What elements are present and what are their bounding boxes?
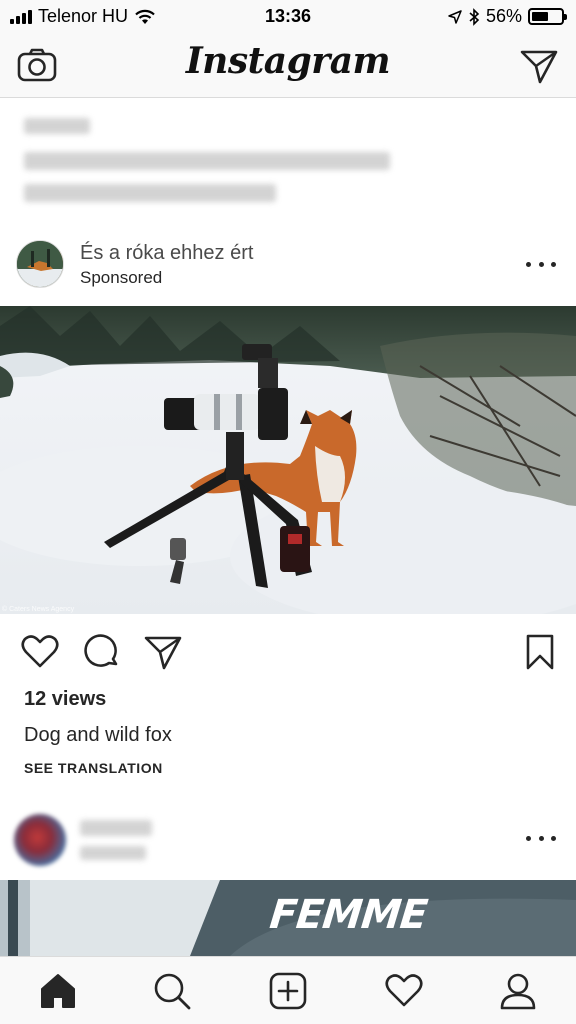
battery-percent: 56% (485, 6, 522, 26)
post-caption: Dog and wild fox (24, 724, 172, 746)
blurred-location (80, 846, 146, 860)
location-arrow-icon (448, 9, 462, 24)
instagram-logo: Instagram (185, 40, 391, 82)
top-navigation: Instagram (0, 34, 576, 98)
more-options-icon[interactable] (526, 252, 556, 276)
post-image[interactable]: © Caters News Agency (0, 306, 576, 614)
avatar[interactable] (14, 814, 66, 866)
add-post-icon[interactable] (268, 971, 308, 1011)
blurred-comments-text (24, 184, 276, 202)
cap-text: FEMME (267, 892, 430, 938)
fox-and-camera-photo (0, 306, 576, 614)
avatar-fox-image (17, 241, 63, 287)
blurred-caption-text (24, 152, 390, 170)
post-actions (0, 630, 576, 674)
post-header: És a róka ehhez ért Sponsored (0, 236, 576, 300)
view-count[interactable]: 12 views (24, 688, 106, 711)
image-credit: © Caters News Agency (2, 606, 75, 613)
see-translation-link[interactable]: SEE TRANSLATION (24, 760, 163, 776)
heart-icon[interactable] (20, 632, 60, 672)
sponsored-label: Sponsored (80, 268, 163, 287)
bookmark-icon[interactable] (520, 632, 560, 672)
blurred-likes-text (24, 118, 90, 134)
next-post-image[interactable]: FEMME (0, 880, 576, 956)
search-icon[interactable] (152, 971, 192, 1011)
next-post-header (0, 808, 576, 872)
post-username[interactable]: És a róka ehhez ért (80, 242, 253, 265)
more-options-icon[interactable] (526, 826, 556, 850)
direct-message-icon[interactable] (518, 46, 560, 86)
bottom-tab-bar (0, 956, 576, 1024)
status-bar: Telenor HU 13:36 56% (0, 0, 576, 34)
avatar[interactable] (16, 240, 64, 288)
blurred-username (80, 820, 152, 836)
battery-icon (528, 8, 567, 25)
bluetooth-icon (469, 7, 480, 26)
profile-icon[interactable] (498, 971, 538, 1011)
share-icon[interactable] (142, 632, 182, 672)
comment-icon[interactable] (82, 632, 122, 672)
home-icon[interactable] (38, 971, 78, 1011)
status-right: 56% (448, 6, 567, 27)
activity-heart-icon[interactable] (384, 971, 424, 1011)
